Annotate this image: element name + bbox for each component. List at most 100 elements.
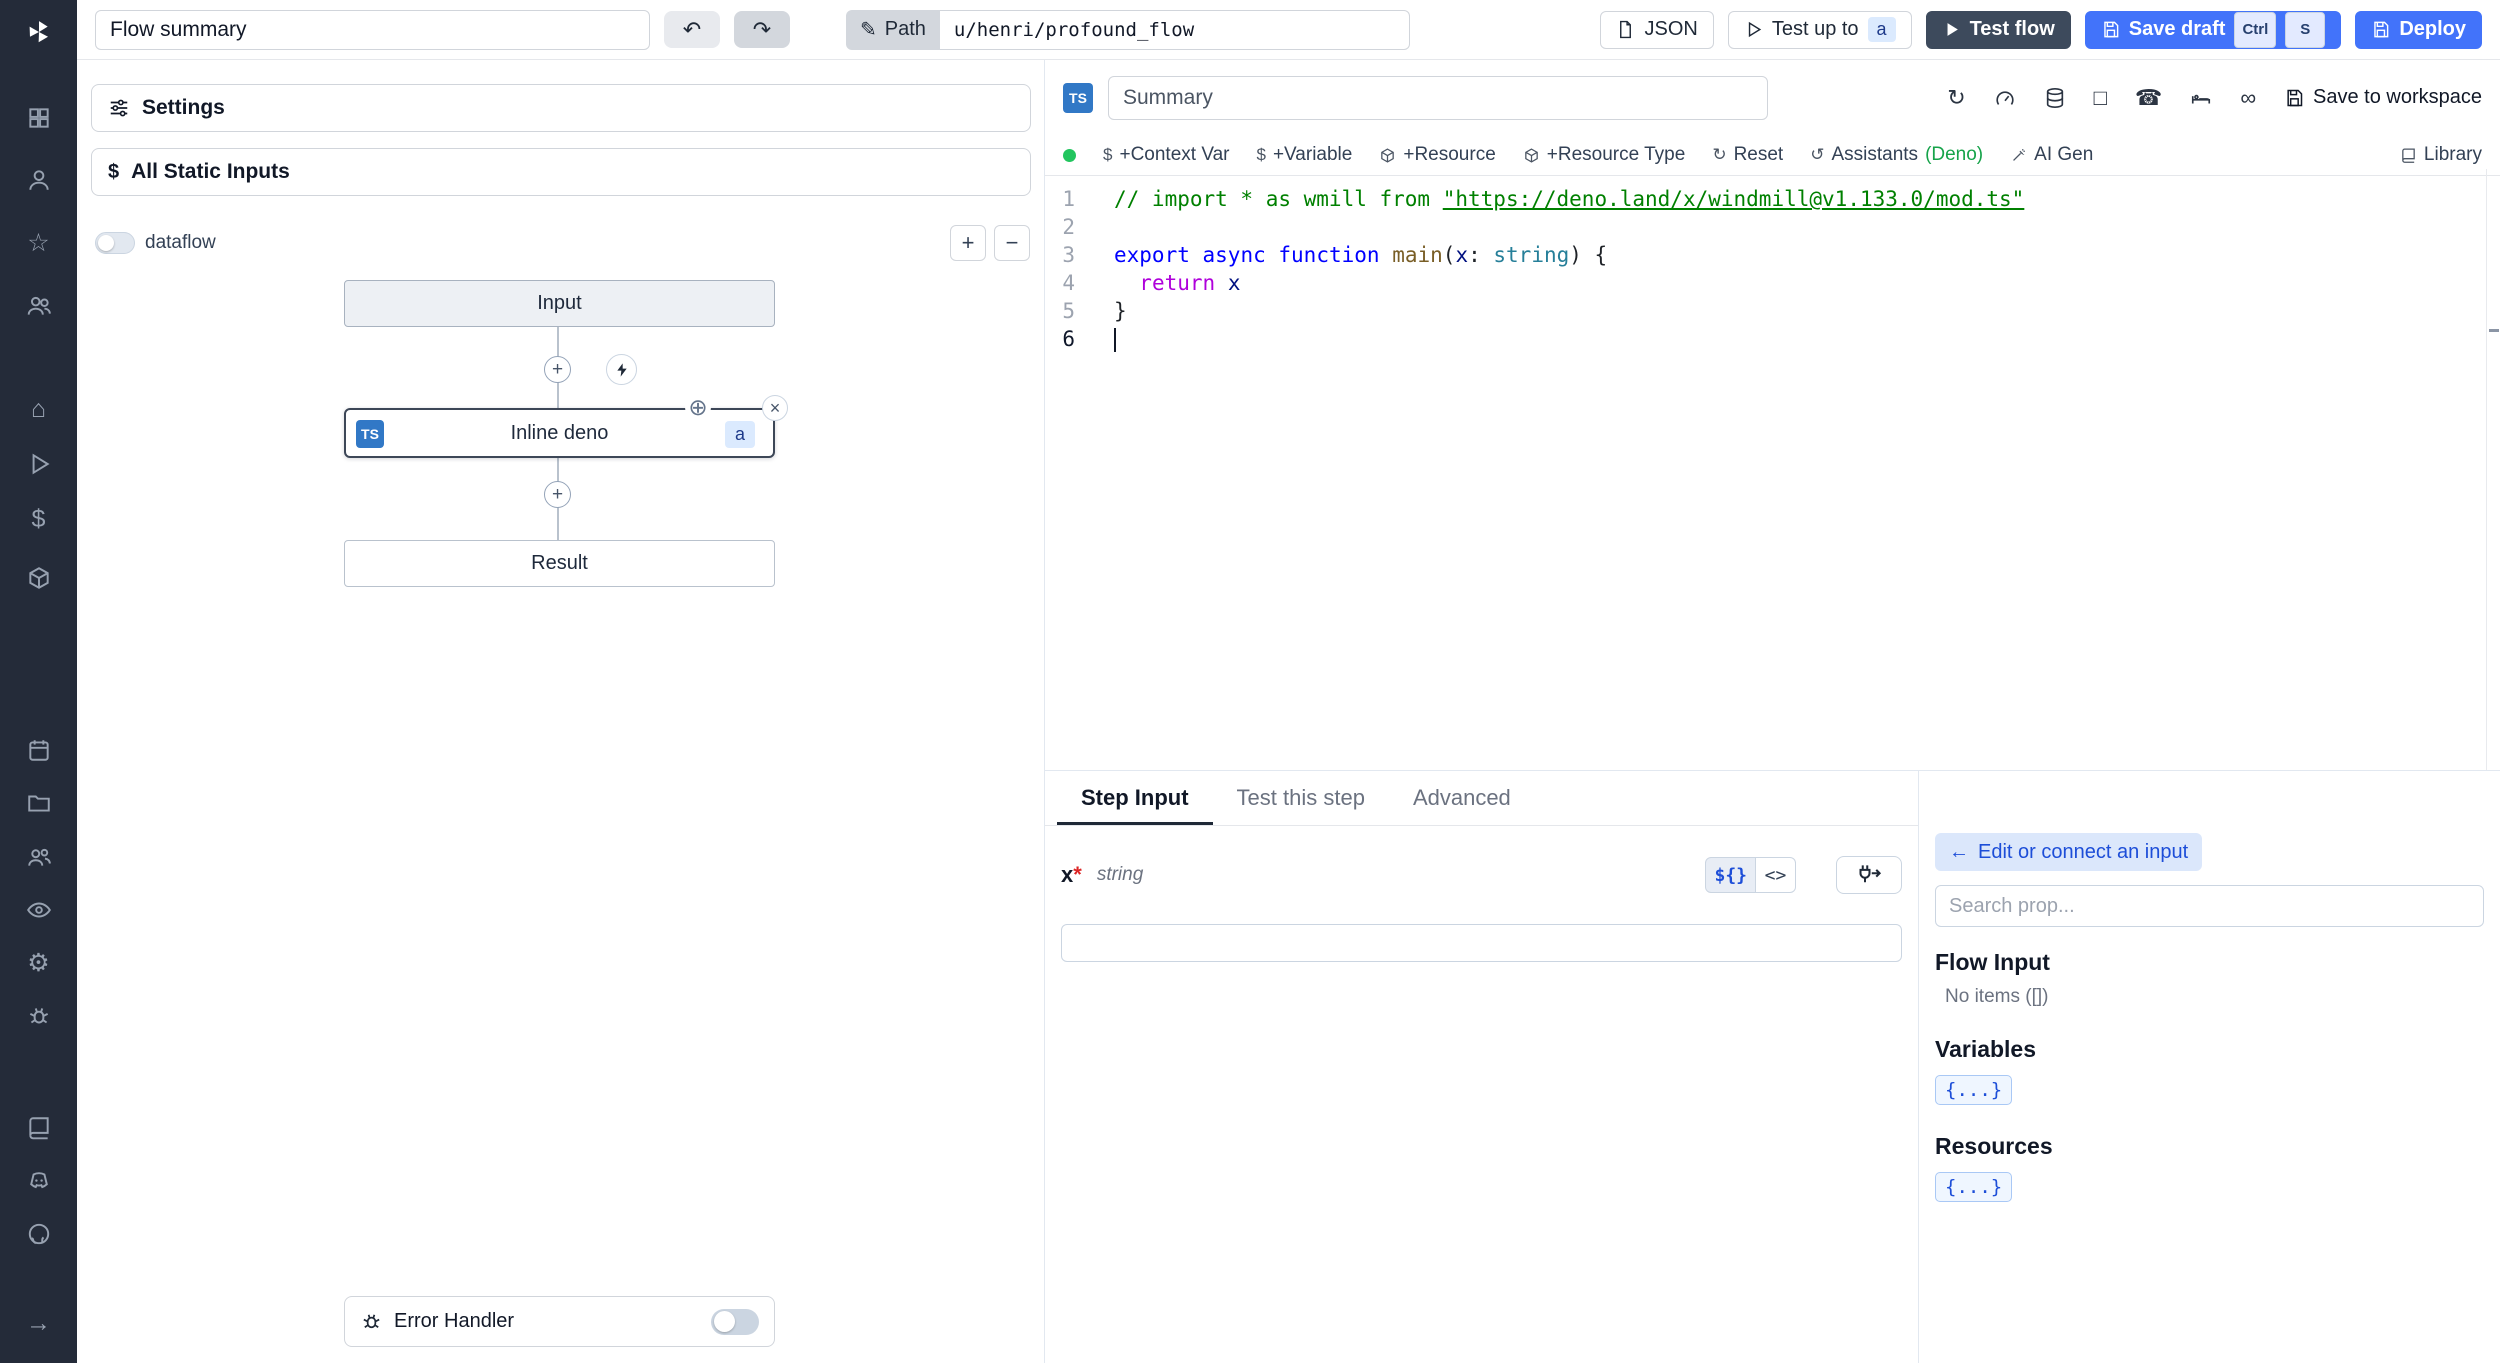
flow-node-inline-deno[interactable]: TS Inline deno a — [344, 408, 775, 458]
book-icon — [2402, 147, 2415, 163]
resources-section-title: Resources — [1935, 1133, 2053, 1159]
history-icon[interactable]: ↻ — [1947, 85, 1965, 111]
json-button[interactable]: JSON — [1600, 10, 1714, 49]
flow-input-section-title: Flow Input — [1935, 949, 2050, 975]
dollar-icon: $ — [1256, 145, 1266, 164]
test-up-to-button[interactable]: Test up to a — [1727, 10, 1912, 49]
edit-or-connect-label: Edit or connect an input — [1978, 840, 2189, 863]
edit-or-connect-button[interactable]: ← Edit or connect an input — [1935, 833, 2203, 871]
connect-input-button[interactable] — [1836, 856, 1902, 894]
path-chip[interactable]: ✎ Path — [846, 9, 940, 50]
eye-icon[interactable] — [0, 888, 77, 932]
wand-icon — [2013, 148, 2026, 161]
tab-step-input[interactable]: Step Input — [1057, 771, 1213, 825]
kbd-ctrl: Ctrl — [2234, 11, 2277, 48]
tab-test-this-step[interactable]: Test this step — [1213, 771, 1389, 825]
add-resource-button[interactable]: +Resource — [1379, 144, 1496, 166]
assistants-lang-label: (Deno) — [1925, 144, 1984, 165]
flow-node-input[interactable]: Input — [344, 280, 775, 327]
code-gutter: 123456 — [1062, 187, 1075, 351]
resources-object-badge[interactable]: {...} — [1935, 1172, 2013, 1202]
deploy-button[interactable]: Deploy — [2355, 10, 2482, 49]
editor-toolbar: $ +Context Var $ +Variable +Resource +Reso… — [1045, 135, 2500, 176]
infinity-icon[interactable]: ∞ — [2240, 85, 2256, 111]
users-group-icon[interactable] — [0, 835, 77, 879]
users-icon[interactable] — [0, 284, 77, 328]
add-resource-type-label: +Resource Type — [1546, 144, 1686, 165]
add-resource-type-button[interactable]: +Resource Type — [1523, 144, 1686, 166]
editor-scrollbar[interactable] — [2486, 169, 2500, 770]
template-expr-toggle[interactable]: ${} — [1705, 857, 1756, 893]
app-root: ☆ ⌂ $ ⚙ → ↶ ↷ ✎ Path JSON — [0, 0, 2500, 1363]
save-draft-label: Save draft — [2128, 18, 2226, 40]
discord-icon[interactable] — [0, 1159, 77, 1203]
database-icon[interactable] — [2044, 87, 2066, 109]
reset-button[interactable]: ↻ Reset — [1712, 144, 1783, 166]
trigger-bolt-button[interactable] — [606, 354, 637, 385]
gear-icon[interactable]: ⚙ — [0, 941, 77, 985]
add-variable-button[interactable]: $ +Variable — [1256, 144, 1352, 166]
play-icon[interactable] — [0, 442, 77, 486]
test-flow-button[interactable]: Test flow — [1925, 10, 2071, 49]
field-x-value-input[interactable] — [1061, 924, 1902, 962]
test-up-to-step-badge: a — [1867, 17, 1896, 42]
code-lines[interactable]: // import * as wmill from "https://deno.… — [1089, 185, 2500, 770]
phone-icon[interactable]: ☎ — [2135, 85, 2162, 111]
search-prop-input[interactable] — [1935, 885, 2484, 927]
windmill-logo-icon[interactable] — [0, 10, 77, 54]
typescript-badge: TS — [1063, 82, 1093, 113]
play-outline-icon — [1748, 21, 1762, 38]
star-icon[interactable]: ☆ — [0, 221, 77, 265]
delete-step-button[interactable]: × — [762, 395, 788, 421]
code-expr-toggle[interactable]: <> — [1756, 857, 1796, 893]
flow-node-result[interactable]: Result — [344, 540, 775, 587]
file-icon — [1620, 20, 1632, 39]
user-icon[interactable] — [0, 158, 77, 202]
left-rail: ☆ ⌂ $ ⚙ → — [0, 0, 77, 1363]
gauge-icon[interactable] — [1994, 87, 2016, 109]
calendar-icon[interactable] — [0, 728, 77, 772]
grid-icon[interactable] — [0, 96, 77, 140]
topbar-right: JSON Test up to a Test flow Save draft C… — [1600, 10, 2482, 49]
book-icon[interactable] — [0, 1106, 77, 1150]
add-step-button[interactable]: + — [544, 356, 571, 383]
code-editor[interactable]: 123456 // import * as wmill from "https:… — [1045, 169, 2500, 770]
step-summary-input[interactable] — [1108, 75, 1768, 120]
code-editor-panel: TS ↻ □ ☎ ∞ Save to workspace $ +Context V… — [1045, 60, 2500, 770]
pencil-icon: ✎ — [860, 19, 877, 41]
step-id-badge: a — [724, 421, 755, 448]
move-step-crosshair-button[interactable]: ⊕ — [685, 394, 711, 420]
add-resource-label: +Resource — [1403, 144, 1496, 165]
tab-advanced[interactable]: Advanced — [1389, 771, 1535, 825]
variables-object-badge[interactable]: {...} — [1935, 1075, 2013, 1105]
step-input-content: x * string ${} <> — [1045, 826, 1918, 962]
folder-icon[interactable] — [0, 781, 77, 825]
add-step-button[interactable]: + — [544, 481, 571, 508]
robot-icon[interactable] — [0, 994, 77, 1038]
required-mark: * — [1073, 862, 1082, 887]
flow-summary-input[interactable] — [95, 9, 650, 50]
save-to-workspace-button[interactable]: Save to workspace — [2284, 86, 2482, 109]
redo-button[interactable]: ↷ — [734, 11, 790, 48]
github-icon[interactable] — [0, 1212, 77, 1256]
add-context-var-button[interactable]: $ +Context Var — [1103, 144, 1229, 166]
variables-section-title: Variables — [1935, 1036, 2037, 1062]
expand-arrow-icon[interactable]: → — [0, 1301, 77, 1345]
home-icon[interactable]: ⌂ — [0, 387, 77, 431]
dollar-icon[interactable]: $ — [0, 497, 77, 541]
error-handler-toggle[interactable] — [711, 1308, 759, 1335]
field-name: x — [1061, 862, 1074, 887]
square-icon[interactable]: □ — [2094, 85, 2107, 111]
boxes-icon[interactable] — [0, 556, 77, 600]
ai-gen-button[interactable]: AI Gen — [2010, 144, 2093, 166]
library-button[interactable]: Library — [2400, 144, 2482, 166]
assistants-label: Assistants — [1831, 144, 1919, 165]
save-icon — [2287, 89, 2303, 106]
undo-button[interactable]: ↶ — [664, 11, 720, 48]
step-input-panel: Step Input Test this step Advanced x * st… — [1045, 770, 1918, 1363]
bench-icon[interactable] — [2190, 87, 2212, 109]
save-draft-button[interactable]: Save draft Ctrl S — [2084, 10, 2342, 49]
path-input[interactable] — [939, 9, 1410, 50]
error-handler-box[interactable]: Error Handler — [344, 1296, 775, 1347]
assistants-button[interactable]: ↺ Assistants (Deno) — [1810, 144, 1983, 166]
